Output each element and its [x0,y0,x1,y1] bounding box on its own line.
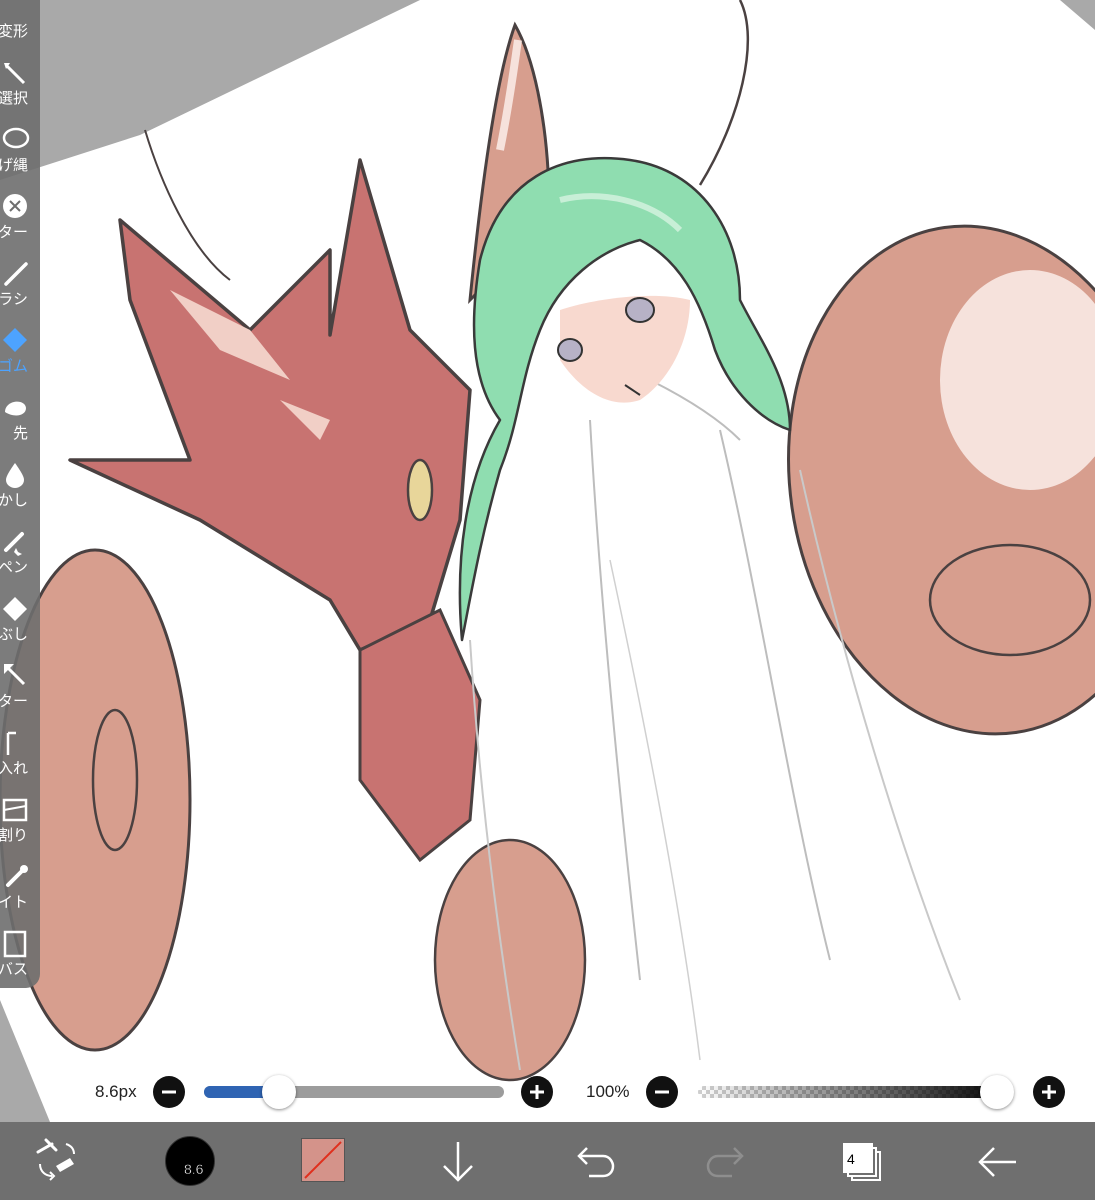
redo-button[interactable] [688,1122,768,1200]
text-cursor-icon [4,664,26,686]
color-swatch-slash-icon [304,1141,342,1179]
canvas-icon [3,930,27,958]
tool-lasso[interactable]: げ縄 [0,122,40,189]
drawing-canvas[interactable]: 変形選択げ縄ンターラシゴム先かしペンりつぶしター入れ割りイトンバス [0,0,1095,1122]
redo-icon [706,1147,744,1178]
opacity-slider-handle[interactable] [980,1075,1014,1109]
tool-smudge[interactable]: 先 [0,390,40,457]
transform-icon [0,0,30,20]
eraser-icon [3,328,27,352]
fill-icon [3,597,27,621]
download-button[interactable] [418,1122,498,1200]
tool-label: イト [0,893,28,911]
text-insert-icon [6,731,16,755]
brush-size-label: 8.6px [95,1082,137,1101]
tool-label: 選択 [0,89,28,107]
tool-label: りつぶし [0,625,28,643]
back-button[interactable] [958,1122,1038,1200]
frame-divide-icon [2,798,28,822]
opacity-label: 100% [586,1082,630,1101]
brush-size-increase-button[interactable] [521,1076,553,1108]
tool-fill[interactable]: りつぶし [0,591,40,658]
opacity-decrease-button[interactable] [646,1076,678,1108]
layer-count: 4 [847,1151,855,1167]
color-picker-button[interactable] [301,1138,345,1182]
opacity-slider[interactable] [698,1086,1010,1098]
lasso-icon [2,127,30,149]
arrow-down-icon [443,1142,473,1182]
arrow-left-icon [978,1147,1016,1177]
tool-label: 割り [0,826,28,844]
tool-text[interactable]: ター [0,658,40,725]
tool-swap-button[interactable] [16,1122,96,1200]
undo-icon [577,1147,615,1178]
brush-icon [4,262,28,286]
tool-label: かし [0,491,28,509]
brush-size-value: 8.6 [184,1161,204,1177]
undo-button[interactable] [553,1122,633,1200]
tool-label: 変形 [0,22,28,40]
tool-transform[interactable]: 変形 [0,0,40,55]
tool-eyedropper[interactable]: イト [0,859,40,926]
minus-icon [162,1090,176,1094]
tool-text-insert[interactable]: 入れ [0,725,40,792]
tool-frame-divide[interactable]: 割り [0,792,40,859]
special-pen-icon [4,532,24,556]
brush-size-slider-handle[interactable] [262,1075,296,1109]
minus-icon [655,1090,669,1094]
tool-special-pen[interactable]: ペン [0,524,40,591]
tool-label: 入れ [0,759,28,777]
tool-eraser[interactable]: ゴム [0,323,40,390]
tool-panel: 変形選択げ縄ンターラシゴム先かしペンりつぶしター入れ割りイトンバス [0,0,40,988]
tool-select[interactable]: 選択 [0,55,40,122]
brush-eraser-swap-icon [36,1138,75,1181]
tool-label: ンター [0,223,28,241]
layers-button[interactable] [822,1122,902,1200]
plus-icon [530,1085,544,1099]
opacity-increase-button[interactable] [1033,1076,1065,1108]
tool-filter[interactable]: ンター [0,189,40,256]
select-icon [4,63,26,85]
artwork [0,0,1095,1122]
tool-label: ター [0,692,28,710]
tool-label: ラシ [0,290,28,308]
filter-icon [3,194,27,218]
plus-icon [1042,1085,1056,1099]
tool-label: ゴム [0,357,28,375]
tool-brush[interactable]: ラシ [0,256,40,323]
tool-label: ペン [0,558,28,576]
brush-size-decrease-button[interactable] [153,1076,185,1108]
smudge-icon [5,401,26,416]
eyedropper-icon [6,865,28,887]
tool-label: 先 [12,424,28,442]
tool-label: げ縄 [0,156,28,174]
brush-size-slider[interactable] [204,1086,504,1098]
tool-label: ンバス [0,960,28,978]
tool-blur[interactable]: かし [0,457,40,524]
layers-icon [843,1143,881,1181]
tool-canvas[interactable]: ンバス [0,926,40,993]
blur-icon [6,463,24,488]
brush-size-preview-button[interactable]: 8.6 [165,1136,215,1186]
